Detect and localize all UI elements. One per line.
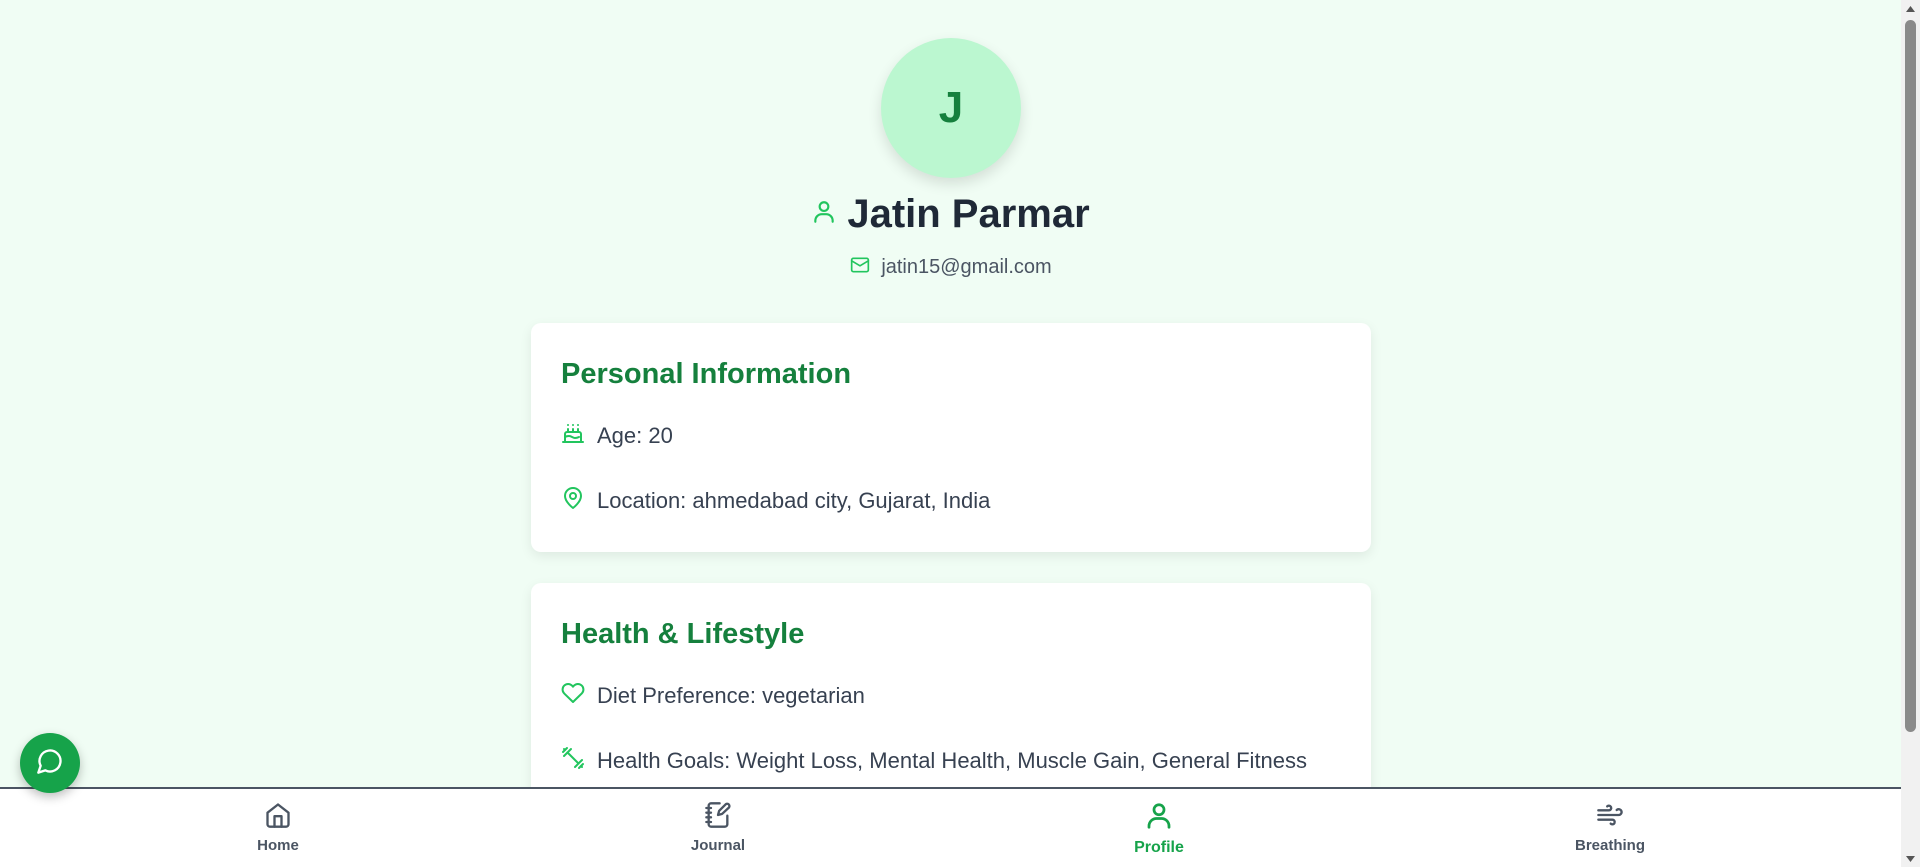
personal-information-card: Personal Information Age: 20 Location: a…: [531, 323, 1371, 552]
wind-icon: [1595, 801, 1625, 833]
nav-journal-label: Journal: [690, 837, 746, 854]
nav-breathing[interactable]: Breathing: [1540, 801, 1680, 854]
profile-name-row: Jatin Parmar: [0, 192, 1901, 237]
scroll-up-arrow-icon[interactable]: [1901, 0, 1920, 17]
chat-button[interactable]: [20, 733, 80, 793]
scrollbar-thumb[interactable]: [1905, 20, 1916, 732]
vertical-scrollbar[interactable]: [1901, 0, 1920, 867]
bottom-navigation: Home Journal Profile Breathing: [0, 787, 1901, 867]
profile-page: J Jatin Parmar jatin15@gmail.com Persona…: [0, 0, 1901, 788]
goals-value: Health Goals: Weight Loss, Mental Health…: [597, 748, 1308, 773]
scroll-down-arrow-icon[interactable]: [1901, 850, 1920, 867]
home-icon: [264, 801, 292, 833]
age-row: Age: 20: [561, 421, 1341, 451]
mail-icon: [849, 255, 871, 280]
health-lifestyle-title: Health & Lifestyle: [561, 618, 805, 650]
avatar-initial: J: [938, 83, 964, 132]
message-circle-icon: [36, 747, 64, 780]
personal-information-title: Personal Information: [561, 358, 852, 390]
avatar: J: [881, 38, 1021, 178]
profile-email-row: jatin15@gmail.com: [0, 255, 1901, 280]
user-icon: [811, 197, 837, 232]
location-value: Location: ahmedabad city, Gujarat, India: [597, 488, 991, 513]
age-value: Age: 20: [597, 423, 673, 448]
health-lifestyle-card: Health & Lifestyle Diet Preference: vege…: [531, 583, 1371, 788]
diet-row: Diet Preference: vegetarian: [561, 681, 1341, 711]
nav-home[interactable]: Home: [208, 801, 348, 854]
map-pin-icon: [561, 486, 585, 516]
nav-journal[interactable]: Journal: [648, 801, 788, 854]
user-icon: [1144, 801, 1174, 835]
nav-profile-label: Profile: [1134, 839, 1184, 856]
profile-email: jatin15@gmail.com: [881, 256, 1052, 278]
dumbbell-icon: [561, 746, 585, 776]
diet-value: Diet Preference: vegetarian: [597, 683, 865, 708]
nav-home-label: Home: [257, 837, 299, 854]
goals-row: Health Goals: Weight Loss, Mental Health…: [561, 746, 1341, 776]
nav-profile[interactable]: Profile: [1089, 801, 1229, 857]
nav-breathing-label: Breathing: [1574, 837, 1645, 854]
heart-icon: [561, 681, 585, 711]
location-row: Location: ahmedabad city, Gujarat, India: [561, 486, 1341, 516]
cake-icon: [561, 421, 585, 451]
notebook-pen-icon: [704, 801, 732, 833]
profile-name: Jatin Parmar: [847, 192, 1090, 236]
